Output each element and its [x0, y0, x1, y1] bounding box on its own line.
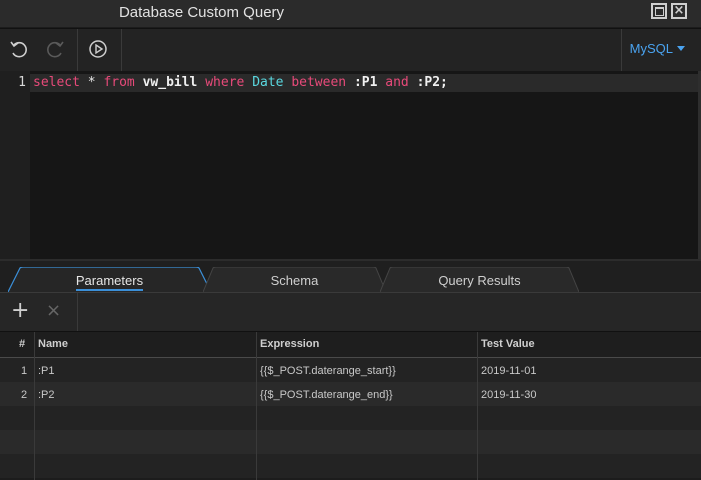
- tab-parameters[interactable]: Parameters: [8, 267, 211, 292]
- tab-bar: Parameters Schema Query Results: [0, 259, 701, 294]
- param-p2: :P2;: [416, 75, 448, 90]
- param-name-cell[interactable]: :P1: [38, 365, 55, 377]
- keyword-where: where: [205, 75, 245, 90]
- tab-label: Query Results: [438, 273, 521, 288]
- header-name: Name: [38, 338, 68, 350]
- empty-row: [0, 430, 701, 454]
- redo-icon[interactable]: [44, 38, 66, 60]
- toolbar-divider: [77, 293, 78, 331]
- column-identifier: Date: [252, 75, 284, 90]
- maximize-button[interactable]: [651, 3, 667, 19]
- dialect-dropdown[interactable]: MySQL: [630, 41, 685, 56]
- param-p1: :P1: [353, 75, 378, 90]
- param-expression-cell[interactable]: {{$_POST.daterange_end}}: [260, 389, 393, 401]
- window-title: Database Custom Query: [118, 4, 285, 21]
- sql-editor[interactable]: 1 select * from vw_bill where Date betwe…: [0, 71, 698, 259]
- row-number: 1: [21, 365, 28, 377]
- keyword-between: between: [291, 75, 347, 90]
- toolbar-divider: [621, 29, 622, 71]
- editor-toolbar: MySQL: [0, 28, 701, 72]
- parameters-toolbar: + ×: [0, 292, 701, 332]
- row-number: 2: [21, 389, 28, 401]
- chevron-down-icon: [677, 46, 685, 51]
- line-gutter: 1: [0, 71, 30, 259]
- keyword-and: and: [385, 75, 409, 90]
- run-icon[interactable]: [87, 38, 109, 60]
- table-header: # Name Expression Test Value: [0, 332, 701, 358]
- tab-schema[interactable]: Schema: [203, 267, 386, 292]
- close-button[interactable]: ×: [671, 3, 687, 19]
- param-test-value-cell[interactable]: 2019-11-01: [481, 365, 536, 377]
- title-bar: Database Custom Query ×: [0, 0, 701, 27]
- header-test-value: Test Value: [481, 338, 535, 350]
- add-parameter-button[interactable]: +: [11, 300, 29, 322]
- param-test-value-cell[interactable]: 2019-11-30: [481, 389, 536, 401]
- line-number: 1: [18, 75, 26, 90]
- dialect-label: MySQL: [629, 41, 673, 56]
- column-divider: [34, 332, 35, 480]
- param-name-cell[interactable]: :P2: [38, 389, 55, 401]
- keyword-from: from: [103, 75, 135, 90]
- keyword-select: select: [33, 75, 80, 90]
- parameters-table: # Name Expression Test Value 1 :P1 {{$_P…: [0, 332, 701, 480]
- column-divider: [256, 332, 257, 480]
- param-expression-cell[interactable]: {{$_POST.daterange_start}}: [260, 365, 396, 377]
- tab-label: Parameters: [75, 273, 144, 291]
- empty-row: [0, 406, 701, 430]
- table-identifier: vw_bill: [142, 75, 198, 90]
- remove-parameter-button[interactable]: ×: [46, 301, 61, 321]
- sql-code-line[interactable]: select * from vw_bill where Date between…: [33, 75, 448, 90]
- toolbar-divider: [77, 29, 78, 71]
- tab-query-results[interactable]: Query Results: [380, 267, 579, 292]
- header-expression: Expression: [260, 338, 320, 350]
- undo-icon[interactable]: [8, 38, 30, 60]
- tab-label: Schema: [270, 273, 319, 288]
- toolbar-divider: [121, 29, 122, 71]
- empty-row: [0, 454, 701, 478]
- header-number: #: [19, 338, 26, 350]
- column-divider: [477, 332, 478, 480]
- code-text: *: [79, 75, 104, 90]
